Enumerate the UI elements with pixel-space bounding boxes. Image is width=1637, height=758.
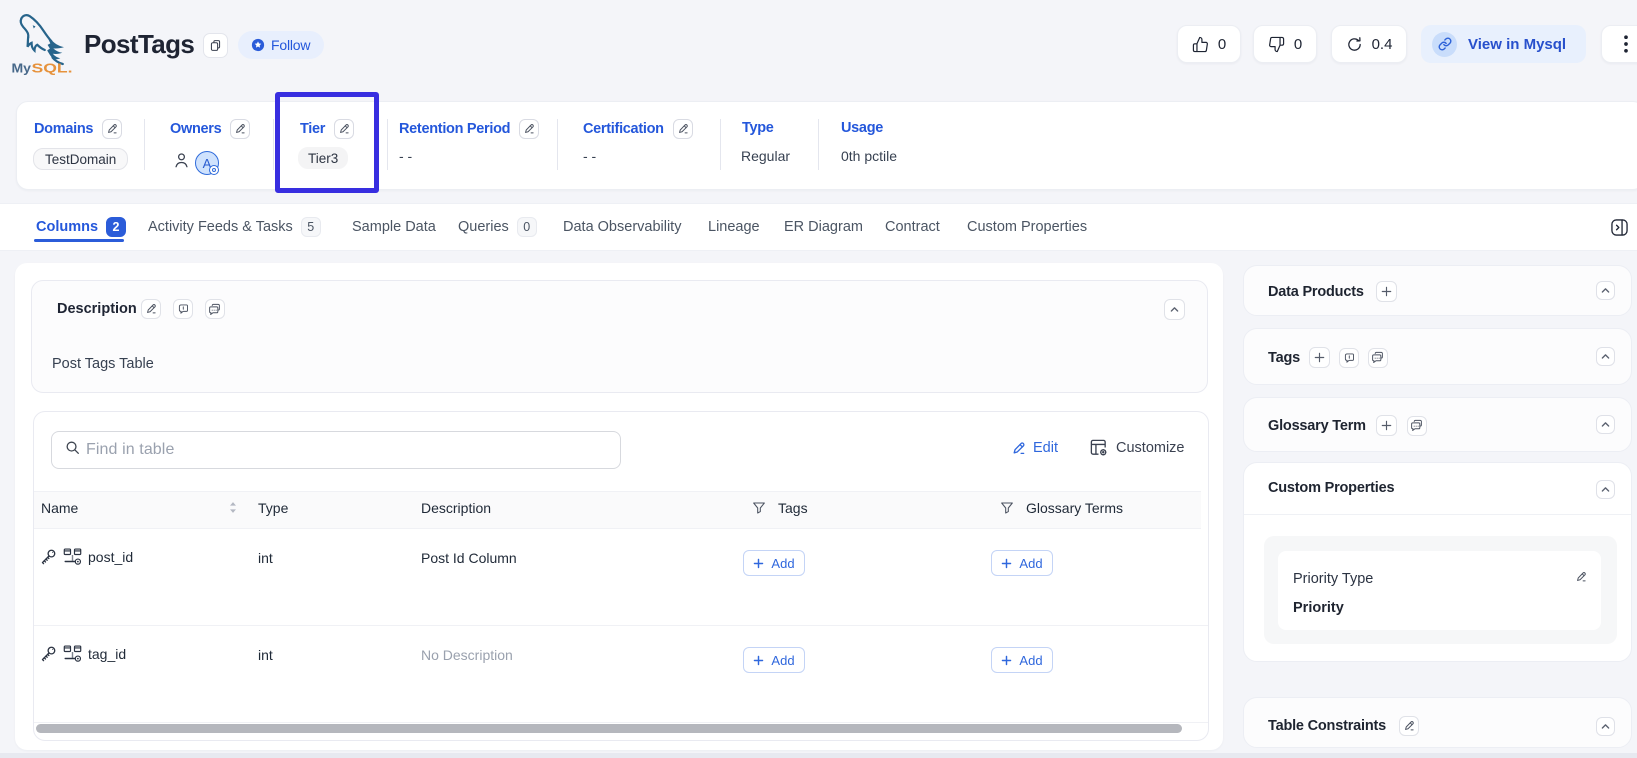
svg-text:My: My (12, 62, 32, 76)
svg-text:SQL.: SQL. (32, 62, 73, 76)
